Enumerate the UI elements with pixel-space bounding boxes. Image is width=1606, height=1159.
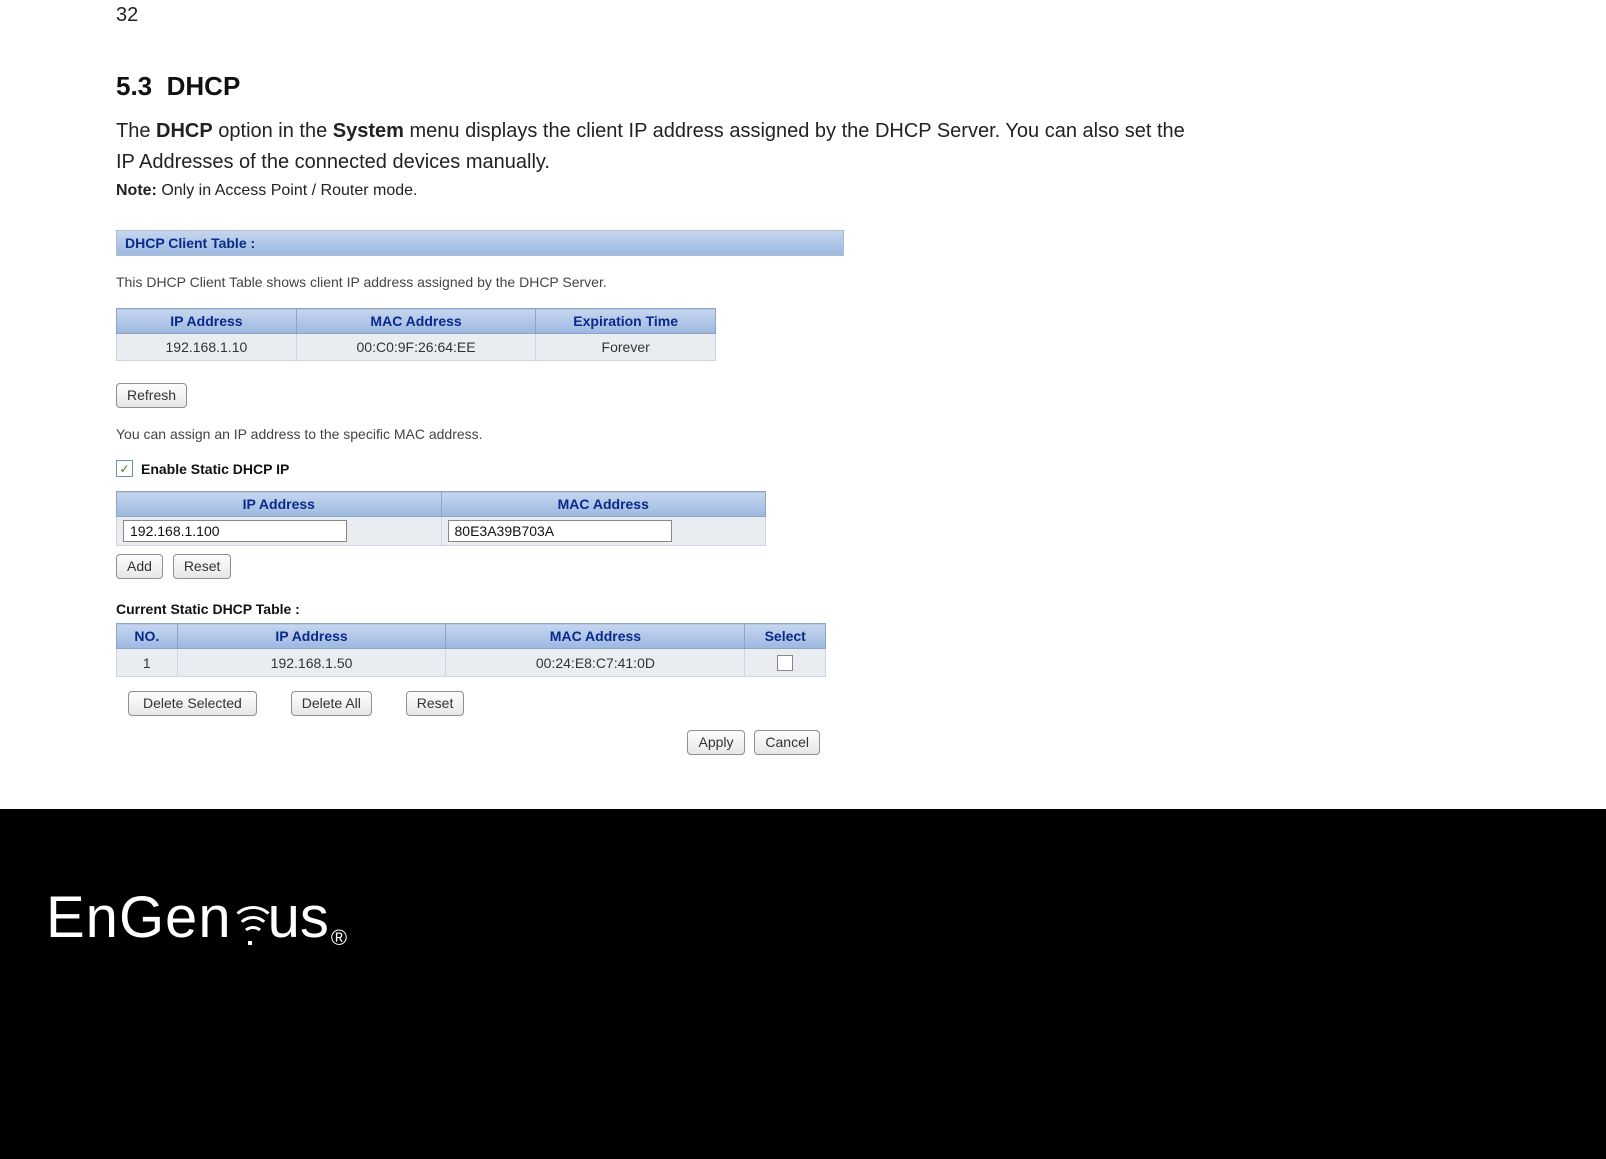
cell-ip: 192.168.1.10 xyxy=(117,334,297,361)
section-heading: DHCP xyxy=(167,71,241,101)
cancel-button[interactable]: Cancel xyxy=(754,730,820,755)
static-ip-input[interactable] xyxy=(123,520,347,542)
reset-table-button[interactable]: Reset xyxy=(406,691,465,716)
current-static-dhcp-table: NO. IP Address MAC Address Select 1 192.… xyxy=(116,623,826,677)
col-mac: MAC Address xyxy=(446,624,745,649)
brand-text-left: EnGen xyxy=(46,884,232,951)
static-assign-table: IP Address MAC Address xyxy=(116,491,766,546)
apply-button[interactable]: Apply xyxy=(687,730,744,755)
current-static-table-header: Current Static DHCP Table : xyxy=(116,601,836,617)
reset-button[interactable]: Reset xyxy=(173,554,232,579)
dhcp-client-table-description: This DHCP Client Table shows client IP a… xyxy=(116,274,836,290)
delete-all-button[interactable]: Delete All xyxy=(291,691,372,716)
col-ip: IP Address xyxy=(117,309,297,334)
section-title: 5.3 DHCP xyxy=(116,71,1186,102)
col-no: NO. xyxy=(117,624,178,649)
registered-icon: ® xyxy=(331,925,347,951)
cell-mac: 00:C0:9F:26:64:EE xyxy=(296,334,536,361)
cell-mac: 00:24:E8:C7:41:0D xyxy=(446,649,745,677)
static-mac-input[interactable] xyxy=(448,520,672,542)
enable-static-dhcp-label: Enable Static DHCP IP xyxy=(141,461,289,477)
static-assign-description: You can assign an IP address to the spec… xyxy=(116,426,836,442)
dhcp-panel: DHCP Client Table : This DHCP Client Tab… xyxy=(116,230,836,755)
delete-selected-button[interactable]: Delete Selected xyxy=(128,691,257,716)
wifi-icon xyxy=(230,891,270,949)
table-row: 1 192.168.1.50 00:24:E8:C7:41:0D xyxy=(117,649,826,677)
table-row xyxy=(117,517,766,546)
brand-logo: EnGen us ® xyxy=(46,884,347,951)
col-ip: IP Address xyxy=(177,624,446,649)
enable-static-dhcp-checkbox[interactable]: ✓ xyxy=(116,460,133,477)
cell-ip: 192.168.1.50 xyxy=(177,649,446,677)
cell-no: 1 xyxy=(117,649,178,677)
page-number: 32 xyxy=(116,4,1186,27)
dhcp-client-table: IP Address MAC Address Expiration Time 1… xyxy=(116,308,716,361)
refresh-button[interactable]: Refresh xyxy=(116,383,187,408)
page-footer: EnGen us ® xyxy=(0,809,1606,1159)
add-button[interactable]: Add xyxy=(116,554,163,579)
section-number: 5.3 xyxy=(116,71,152,101)
col-mac: MAC Address xyxy=(441,492,766,517)
col-select: Select xyxy=(745,624,826,649)
col-exp: Expiration Time xyxy=(536,309,716,334)
col-mac: MAC Address xyxy=(296,309,536,334)
col-ip: IP Address xyxy=(117,492,442,517)
section-note: Note: Only in Access Point / Router mode… xyxy=(116,182,1186,200)
brand-text-right: us xyxy=(268,884,329,951)
row-select-checkbox[interactable] xyxy=(777,655,793,671)
dhcp-client-table-header: DHCP Client Table : xyxy=(116,230,844,256)
table-row: 192.168.1.10 00:C0:9F:26:64:EE Forever xyxy=(117,334,716,361)
section-intro: The DHCP option in the System menu displ… xyxy=(116,116,1186,178)
cell-exp: Forever xyxy=(536,334,716,361)
